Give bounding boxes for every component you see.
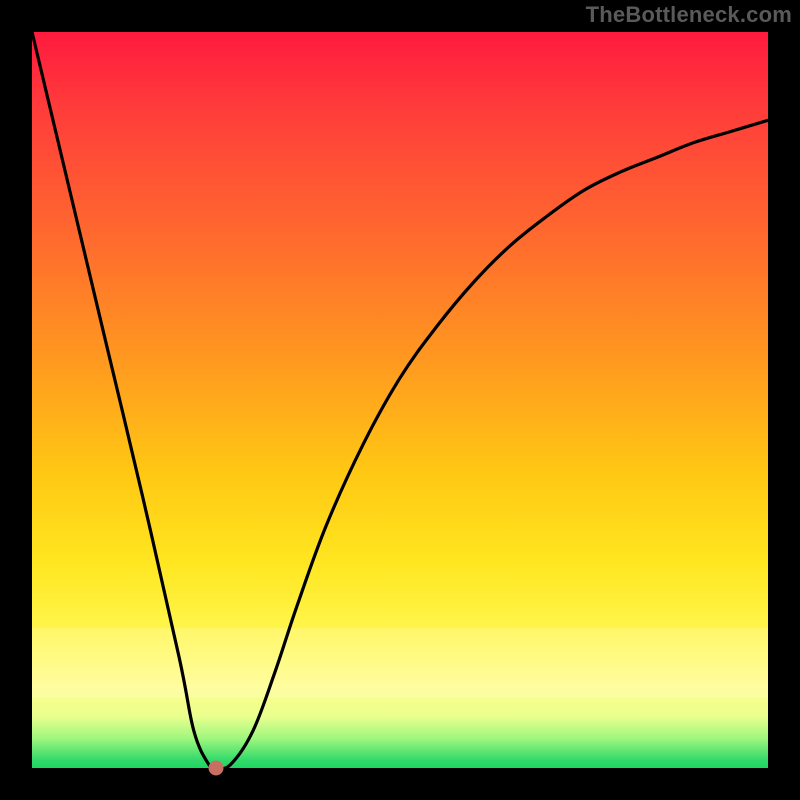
bottleneck-curve xyxy=(32,32,768,768)
watermark-text: TheBottleneck.com xyxy=(586,2,792,28)
chart-frame: TheBottleneck.com xyxy=(0,0,800,800)
plot-area xyxy=(32,32,768,768)
optimum-marker xyxy=(209,761,224,776)
